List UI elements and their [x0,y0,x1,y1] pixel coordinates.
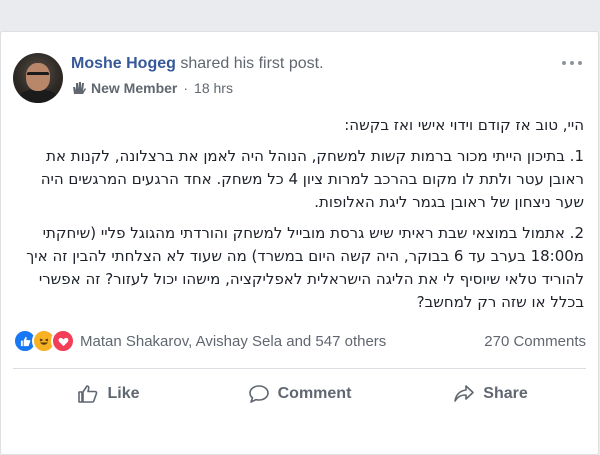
post-action-text: shared his first post. [175,55,324,72]
avatar-shoulders [17,89,59,103]
author-avatar[interactable] [13,53,63,103]
reactions-summary: Matan Shakarov, Avishay Sela and 547 oth… [13,329,586,353]
like-button-label: Like [107,385,140,402]
like-button[interactable]: Like [13,373,204,415]
post-timestamp[interactable]: 18 hrs [194,80,233,96]
options-dot-icon [562,61,566,65]
post-paragraph: 2. אתמול במוצאי שבת ראיתי שיש גרסת מוביי… [26,224,584,311]
post-title-line: Moshe Hogeg shared his first post. [71,55,324,73]
comment-button-label: Comment [277,385,352,402]
new-member-badge[interactable]: New Member [91,80,177,96]
post-meta: New Member · 18 hrs [71,80,233,96]
reactors-text[interactable]: Matan Shakarov, Avishay Sela and 547 oth… [80,333,386,350]
post-header: Moshe Hogeg shared his first post. New M… [13,48,588,108]
comment-bubble-icon [248,385,269,403]
post-paragraph: היי, טוב אז קודם וידוי אישי ואז בקשה: [344,116,584,134]
reactions-left[interactable]: Matan Shakarov, Avishay Sela and 547 oth… [13,329,386,353]
waving-hand-icon [73,82,86,94]
love-reaction-icon [51,329,75,353]
post-body: היי, טוב אז קודם וידוי אישי ואז בקשה: 1.… [15,114,584,322]
meta-separator: · [183,80,189,96]
share-button-label: Share [483,385,528,402]
actions-divider [13,368,586,369]
options-dot-icon [578,61,582,65]
post-card: Moshe Hogeg shared his first post. New M… [0,31,599,455]
post-actions: Like Comment Share [13,373,586,415]
options-dot-icon [570,61,574,65]
post-options-button[interactable] [562,58,582,68]
comment-button[interactable]: Comment [204,373,395,415]
comments-count-link[interactable]: 270 Comments [484,333,586,350]
post-paragraph: 1. בתיכון הייתי מכור ברמות קשות למשחק, ה… [40,147,584,211]
share-button[interactable]: Share [395,373,586,415]
thumbs-up-icon [78,385,98,403]
share-arrow-icon [454,385,475,402]
author-name-link[interactable]: Moshe Hogeg [71,55,176,72]
avatar-glasses [27,72,49,80]
